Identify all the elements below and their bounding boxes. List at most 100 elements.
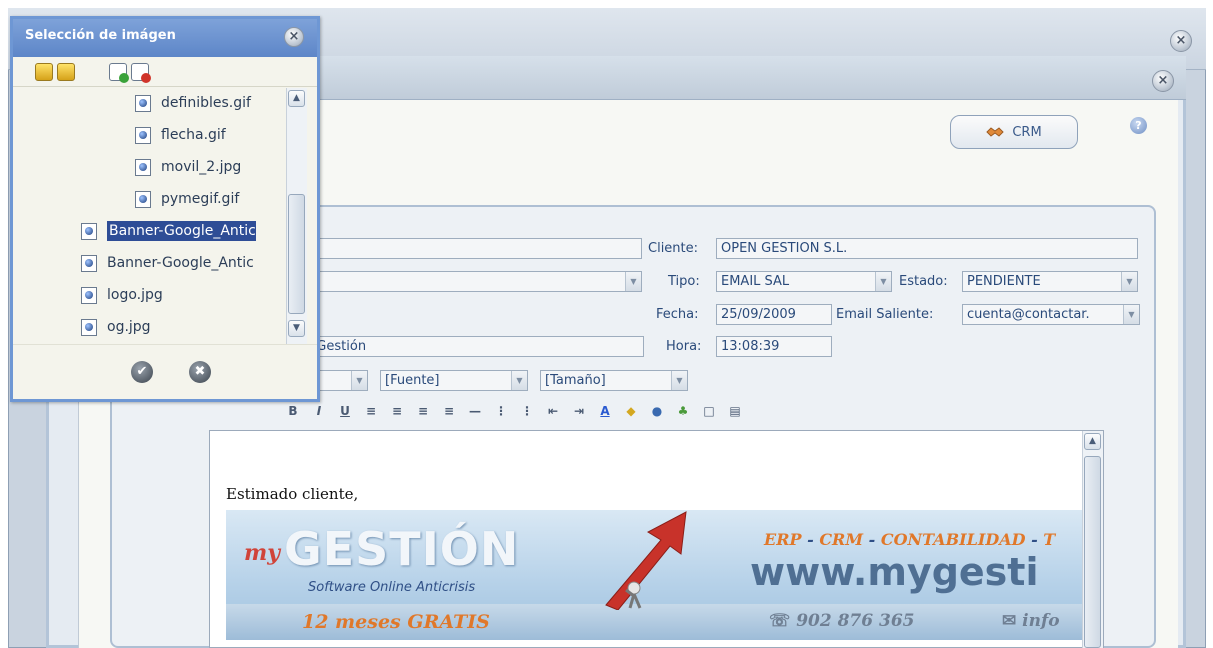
unordered-list-icon[interactable]: ⋮ [516,400,538,422]
align-left-icon[interactable]: ≡ [360,400,382,422]
tipo-value: EMAIL SAL [721,274,790,289]
cancel-x-icon[interactable]: ✖ [189,361,211,383]
handshake-icon [986,127,1005,137]
banner-phone: ☏ 902 876 365 [769,611,914,631]
banner-email: ✉ info [1002,611,1060,631]
align-center-icon[interactable]: ≡ [386,400,408,422]
image-selector-close-icon[interactable]: × [284,27,304,47]
image-icon[interactable]: ♣ [672,400,694,422]
banner-url: www.mygesti [750,550,1039,594]
scroll-down-icon[interactable]: ▼ [288,320,305,337]
chevron-down-icon[interactable]: ▼ [671,371,687,390]
fecha-label: Fecha: [656,307,699,322]
estado-select[interactable]: PENDIENTE ▼ [962,271,1138,292]
size-value: [Tamaño] [545,373,606,388]
editor-scrollbar-thumb[interactable] [1084,456,1101,648]
confirm-check-icon[interactable]: ✔ [131,361,153,383]
file-name: Banner-Google_Antic [107,255,254,271]
scroll-up-icon[interactable]: ▲ [1084,433,1101,450]
hora-field[interactable]: 13:08:39 [716,336,832,357]
image-file-icon [81,222,97,240]
file-name: pymegif.gif [161,191,240,207]
file-list-scrollbar-thumb[interactable] [288,194,305,314]
chevron-down-icon[interactable]: ▼ [875,272,891,291]
fecha-field[interactable]: 25/09/2009 [716,304,832,325]
image-file-icon [135,158,151,176]
file-item[interactable]: og.jpg [81,312,151,342]
banner-promo: 12 meses GRATIS [302,611,490,633]
estado-label: Estado: [899,274,948,289]
image-file-icon [81,318,97,336]
upload-file-icon[interactable] [109,63,129,83]
chevron-down-icon[interactable]: ▼ [1123,305,1139,324]
text-color-icon[interactable]: A [594,400,616,422]
outdent-icon[interactable]: ⇤ [542,400,564,422]
delete-file-icon[interactable] [131,63,151,83]
highlight-icon[interactable]: ◆ [620,400,642,422]
tipo-label: Tipo: [668,274,700,289]
add-badge-icon [119,73,129,83]
align-justify-icon[interactable]: ≡ [438,400,460,422]
table-icon[interactable]: □ [698,400,720,422]
crm-button[interactable]: CRM [950,115,1078,149]
file-name: flecha.gif [161,127,226,143]
image-file-icon [135,190,151,208]
horizontal-rule-icon[interactable]: — [464,400,486,422]
banner-logo-main: GESTIÓN [284,522,520,576]
file-name: movil_2.jpg [161,159,242,175]
font-select[interactable]: [Fuente] ▼ [380,370,528,391]
underline-icon[interactable]: U [334,400,356,422]
link-icon[interactable]: ● [646,400,668,422]
image-file-list: definibles.gif flecha.gif movil_2.jpg py… [13,88,285,344]
image-selector-toolbar [13,57,317,87]
file-item[interactable]: definibles.gif [135,88,251,118]
file-name: Banner-Google_Antic [107,221,256,241]
delete-folder-icon[interactable] [57,63,75,81]
formatting-toolbar: B I U ≡ ≡ ≡ ≡ — ⋮ ⋮ ⇤ ⇥ A ◆ ● ♣ □ ▤ [282,398,982,424]
chevron-down-icon[interactable]: ▼ [511,371,527,390]
banner-product-t: T [1043,530,1056,549]
file-item-selected[interactable]: Banner-Google_Antic [81,216,285,246]
ordered-list-icon[interactable]: ⋮ [490,400,512,422]
cliente-field[interactable]: OPEN GESTION S.L. [716,238,1138,259]
image-file-icon [81,254,97,272]
email-saliente-select[interactable]: cuenta@contactar. ▼ [962,304,1140,325]
indent-icon[interactable]: ⇥ [568,400,590,422]
background-window-close-icon[interactable]: × [1170,30,1192,52]
image-selector-titlebar: Selección de imágen [13,19,317,57]
remove-badge-icon [141,73,151,83]
contact-field[interactable] [300,238,642,259]
file-name: og.jpg [107,319,151,335]
help-icon[interactable]: ? [1130,117,1147,134]
banner-product-contabilidad: CONTABILIDAD [880,530,1026,549]
file-item[interactable]: movil_2.jpg [135,152,241,182]
align-right-icon[interactable]: ≡ [412,400,434,422]
tipo-select[interactable]: EMAIL SAL ▼ [716,271,892,292]
chevron-down-icon[interactable]: ▼ [1121,272,1137,291]
hora-label: Hora: [666,339,702,354]
banner-product-crm: CRM [819,530,864,549]
asunto-field[interactable]: lyGestión [300,336,644,357]
file-item[interactable]: logo.jpg [81,280,163,310]
banner-logo-prefix: my [244,540,281,566]
new-folder-icon[interactable] [35,63,53,81]
italic-icon[interactable]: I [308,400,330,422]
file-item[interactable]: Banner-Google_Antic [81,248,254,278]
email-saliente-label: Email Saliente: [836,307,934,322]
select-field[interactable]: ▼ [300,271,642,292]
chevron-down-icon[interactable]: ▼ [351,371,367,390]
image-file-icon [135,126,151,144]
cliente-label: Cliente: [648,241,699,256]
scroll-up-icon[interactable]: ▲ [288,90,305,107]
estado-value: PENDIENTE [967,274,1041,289]
image-file-icon [135,94,151,112]
chevron-down-icon[interactable]: ▼ [625,272,641,291]
email-dialog-close-icon[interactable]: × [1152,70,1174,92]
size-select[interactable]: [Tamaño] ▼ [540,370,688,391]
source-icon[interactable]: ▤ [724,400,746,422]
file-item[interactable]: flecha.gif [135,120,226,150]
bold-icon[interactable]: B [282,400,304,422]
font-value: [Fuente] [385,373,440,388]
file-item[interactable]: pymegif.gif [135,184,239,214]
banner-products: ERP - CRM - CONTABILIDAD - T [764,530,1056,549]
